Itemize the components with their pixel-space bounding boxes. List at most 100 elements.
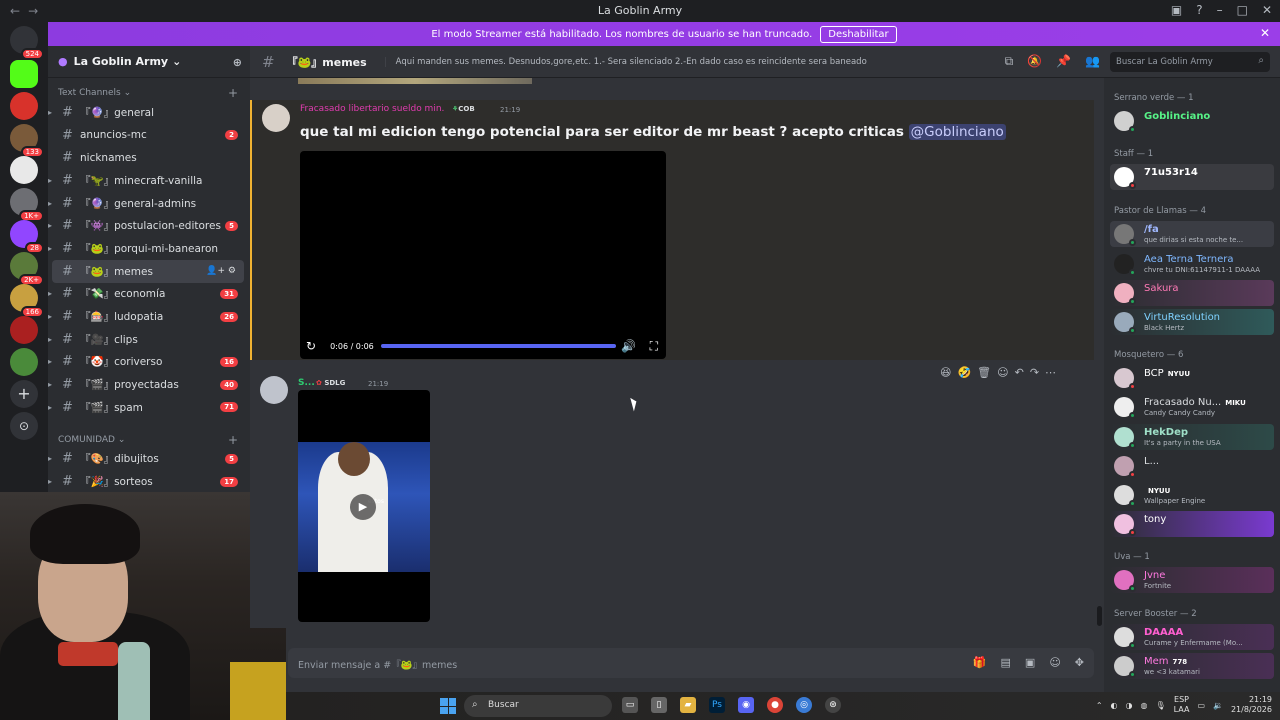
channel-item[interactable]: ▸ # 『👾』postulacion-editores 5 bbox=[48, 214, 250, 237]
channel-item[interactable]: ▸ # 『🎉』sorteos 17 bbox=[48, 470, 250, 492]
guild-header[interactable]: ● La Goblin Army ⌄ ⊕ bbox=[48, 46, 250, 78]
member-item[interactable]: NYUU Wallpaper Engine bbox=[1110, 482, 1274, 508]
server-icon[interactable]: 2K+ bbox=[10, 252, 44, 286]
server-icon[interactable] bbox=[10, 348, 38, 376]
help-icon[interactable]: ? bbox=[1196, 3, 1202, 17]
emoji-icon[interactable]: ☺ bbox=[1049, 656, 1060, 669]
category-comunidad[interactable]: COMUNIDAD ⌄ + bbox=[48, 425, 250, 448]
invite-icon[interactable]: ⊕ bbox=[233, 56, 242, 69]
channel-item[interactable]: ▸ # 『🎬』spam 71 bbox=[48, 396, 250, 419]
member-item[interactable]: VirtuResolution Black Hertz bbox=[1110, 309, 1274, 335]
channel-item[interactable]: # anuncios-mc 2 bbox=[48, 124, 250, 147]
forward-icon[interactable]: ↷ bbox=[1030, 366, 1039, 379]
channel-item[interactable]: ▸ # 『🐸』porqui-mi-banearon bbox=[48, 237, 250, 260]
clock[interactable]: 21:19 21/8/2026 bbox=[1231, 695, 1272, 715]
pin-icon[interactable]: 📌 bbox=[1056, 54, 1071, 69]
windows-start-icon[interactable] bbox=[440, 698, 456, 714]
gift-icon[interactable]: 🎁 bbox=[973, 656, 987, 669]
file-explorer-icon[interactable]: ▰ bbox=[680, 697, 696, 713]
mic-icon[interactable]: 🎙 bbox=[1155, 701, 1165, 710]
discord-icon[interactable]: ◉ bbox=[738, 697, 754, 713]
photoshop-icon[interactable]: Ps bbox=[709, 697, 725, 713]
volume-icon[interactable]: 🔉 bbox=[1213, 701, 1223, 710]
chrome-icon[interactable]: ● bbox=[767, 697, 783, 713]
more-icon[interactable]: ⋯ bbox=[1045, 366, 1056, 379]
channel-item[interactable]: ▸ # 『🔮』general bbox=[48, 101, 250, 124]
maximize-button[interactable]: □ bbox=[1237, 3, 1248, 17]
close-button[interactable]: ✕ bbox=[1262, 3, 1272, 17]
apps-icon[interactable]: ✥ bbox=[1075, 656, 1084, 669]
member-item[interactable]: Goblinciano bbox=[1110, 108, 1274, 134]
member-item[interactable]: /fa que dirias si esta noche te... bbox=[1110, 221, 1274, 247]
member-item[interactable]: 71u53r14 bbox=[1110, 164, 1274, 190]
play-icon[interactable]: ▶ bbox=[350, 494, 376, 520]
reply-icon[interactable]: ↶ bbox=[1015, 366, 1024, 379]
fullscreen-icon[interactable]: ⛶ bbox=[650, 339, 658, 354]
video-attachment[interactable]: estos ▶ bbox=[298, 390, 430, 622]
app-icon[interactable]: ⊛ bbox=[825, 697, 841, 713]
scrollbar[interactable] bbox=[1096, 78, 1104, 628]
tray-app-icon[interactable]: ◍ bbox=[1140, 701, 1147, 710]
explore-icon[interactable]: ⊙ bbox=[10, 412, 38, 440]
member-item[interactable]: Mem 778 we <3 katamari bbox=[1110, 653, 1274, 679]
browser-icon[interactable]: ◎ bbox=[796, 697, 812, 713]
server-icon[interactable] bbox=[10, 156, 38, 184]
user-mention[interactable]: @Goblinciano bbox=[908, 124, 1006, 140]
members-icon[interactable]: 👥 bbox=[1085, 54, 1100, 69]
tray-app-icon[interactable]: ◑ bbox=[1126, 701, 1133, 710]
reaction-icon[interactable]: 😆 bbox=[940, 366, 951, 379]
app-icon[interactable]: ▯ bbox=[651, 697, 667, 713]
notifications-icon[interactable]: 🔕 bbox=[1027, 54, 1042, 69]
member-item[interactable]: Fracasado Nu... MIKU Candy Candy Candy bbox=[1110, 394, 1274, 420]
replay-icon[interactable]: ↻ bbox=[306, 339, 316, 353]
message-author[interactable]: S... bbox=[298, 378, 315, 388]
channel-item[interactable]: ▸ # 『🎬』proyectadas 40 bbox=[48, 373, 250, 396]
channel-item[interactable]: ▸ # 『🤡』coriverso 16 bbox=[48, 351, 250, 374]
avatar[interactable] bbox=[260, 376, 288, 404]
channel-topic[interactable]: Aqui manden sus memes. Desnudos,gore,etc… bbox=[384, 56, 867, 67]
server-icon[interactable] bbox=[10, 316, 38, 344]
taskbar-search[interactable]: ⌕ Buscar bbox=[464, 695, 612, 717]
server-icon[interactable]: 524 bbox=[10, 26, 44, 60]
channel-item[interactable]: ▸ # 『🎥』clips bbox=[48, 328, 250, 351]
message-author[interactable]: Fracasado libertario sueldo min. bbox=[300, 104, 444, 114]
member-item[interactable]: L... bbox=[1110, 453, 1274, 479]
channel-item[interactable]: ▸ # 『🎨』dibujitos 5 bbox=[48, 448, 250, 471]
threads-icon[interactable]: ⧉ bbox=[1005, 54, 1014, 69]
sticker-icon[interactable]: ▣ bbox=[1025, 656, 1035, 669]
server-icon[interactable]: 166 bbox=[10, 284, 44, 318]
channel-item[interactable]: # nicknames bbox=[48, 146, 250, 169]
minimize-button[interactable]: – bbox=[1217, 3, 1223, 17]
server-icon[interactable]: 133 bbox=[10, 124, 44, 158]
search-input[interactable]: Buscar La Goblin Army ⌕ bbox=[1110, 52, 1270, 72]
channel-item[interactable]: ▸ # 『🎰』ludopatia 26 bbox=[48, 305, 250, 328]
member-item[interactable]: Aea Terna Ternera chvre tu DNI:61147911-1… bbox=[1110, 251, 1274, 277]
close-icon[interactable]: ✕ bbox=[1260, 26, 1270, 40]
add-channel-icon[interactable]: + bbox=[228, 433, 238, 447]
member-item[interactable]: Jvne Fortnite bbox=[1110, 567, 1274, 593]
channel-item[interactable]: ▸ # 『🦖』minecraft-vanilla bbox=[48, 169, 250, 192]
member-item[interactable]: Sakura bbox=[1110, 280, 1274, 306]
add-channel-icon[interactable]: + bbox=[228, 86, 238, 100]
server-icon[interactable]: 1K+ bbox=[10, 188, 44, 222]
channel-item[interactable]: ▸ # 『🔮』general-admins bbox=[48, 192, 250, 215]
volume-icon[interactable]: 🔊 bbox=[621, 339, 636, 353]
disable-streamer-button[interactable]: Deshabilitar bbox=[820, 25, 897, 43]
reaction-icon[interactable]: 🤣 bbox=[957, 366, 971, 379]
add-reaction-icon[interactable]: ☺ bbox=[997, 366, 1008, 379]
tray-app-icon[interactable]: ◐ bbox=[1111, 701, 1118, 710]
member-item[interactable]: HekDep It's a party in the USA bbox=[1110, 424, 1274, 450]
previous-image-attachment[interactable] bbox=[298, 78, 532, 84]
reaction-icon[interactable]: 🗑 bbox=[977, 366, 991, 379]
task-view-icon[interactable]: ▭ bbox=[622, 697, 638, 713]
gif-icon[interactable]: ▤ bbox=[1001, 656, 1011, 669]
video-progress-bar[interactable] bbox=[381, 344, 616, 348]
network-icon[interactable]: ▭ bbox=[1197, 701, 1205, 710]
channel-item[interactable]: ▸ # 『💸』economía 31 bbox=[48, 283, 250, 306]
channel-settings-icons[interactable]: 👤+ ⚙ bbox=[206, 266, 236, 276]
language-indicator[interactable]: ESP LAA bbox=[1174, 695, 1190, 715]
avatar[interactable] bbox=[262, 104, 290, 132]
scrollbar-thumb[interactable] bbox=[1097, 606, 1102, 626]
add-server-icon[interactable]: + bbox=[10, 380, 38, 408]
server-icon[interactable]: 28 bbox=[10, 220, 44, 254]
